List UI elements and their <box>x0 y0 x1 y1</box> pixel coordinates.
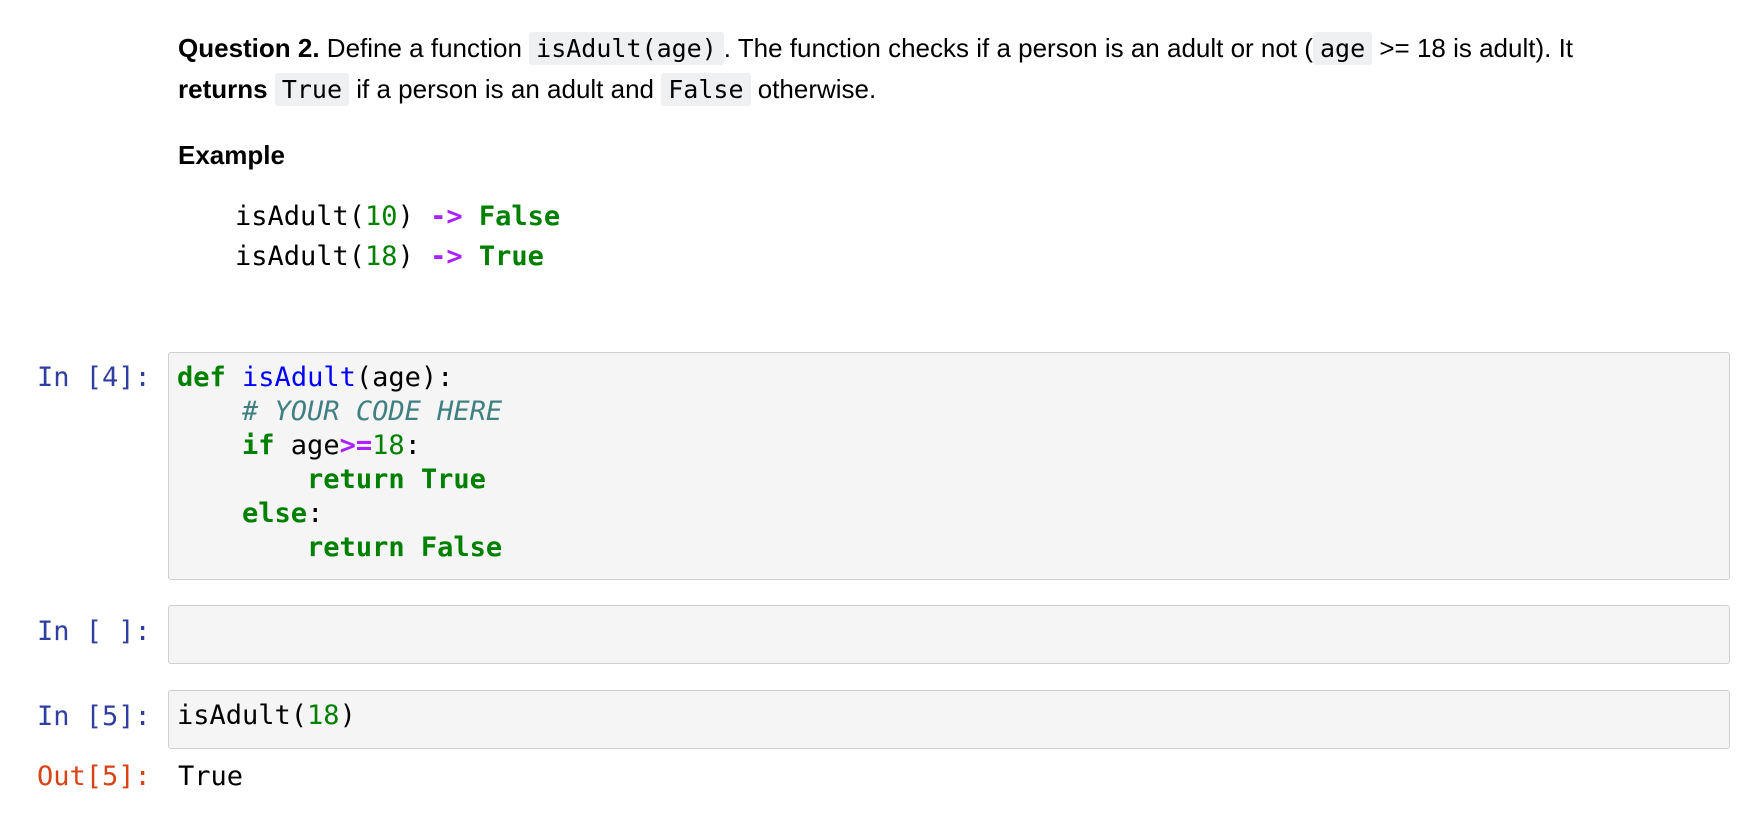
inline-code-false: False <box>661 73 751 106</box>
inline-code-age: age <box>1312 32 1373 65</box>
input-prompt: In [5]: <box>37 701 151 732</box>
markdown-cell[interactable]: Question 2. Define a function isAdult(ag… <box>178 28 1718 277</box>
inline-code-function: isAdult(age) <box>529 32 724 65</box>
code-text[interactable]: isAdult(18) <box>169 691 1729 741</box>
example-heading: Example <box>178 140 285 170</box>
example-code-block: isAdult(10) -> False isAdult(18) -> True <box>235 201 561 272</box>
returns-label: returns <box>178 74 268 104</box>
output-prompt: Out[5]: <box>37 761 151 792</box>
question-label: Question 2. <box>178 33 320 63</box>
code-text[interactable]: def isAdult(age): # YOUR CODE HERE if ag… <box>169 353 1729 573</box>
question-text: >= 18 is adult). It <box>1372 33 1574 63</box>
code-text[interactable] <box>169 606 1729 622</box>
code-editor[interactable] <box>168 605 1730 664</box>
question-text: Define a function <box>319 33 530 63</box>
question-text: otherwise. <box>750 74 877 104</box>
cell-output: True <box>178 761 244 792</box>
code-editor[interactable]: def isAdult(age): # YOUR CODE HERE if ag… <box>168 352 1730 580</box>
code-editor[interactable]: isAdult(18) <box>168 690 1730 749</box>
input-prompt: In [4]: <box>37 362 151 393</box>
input-prompt: In [ ]: <box>37 616 151 647</box>
inline-code-true: True <box>274 73 350 106</box>
question-paragraph: Question 2. Define a function isAdult(ag… <box>178 28 1718 110</box>
question-text: if a person is an adult and <box>349 74 662 104</box>
question-text: . The function checks if a person is an … <box>723 33 1313 63</box>
